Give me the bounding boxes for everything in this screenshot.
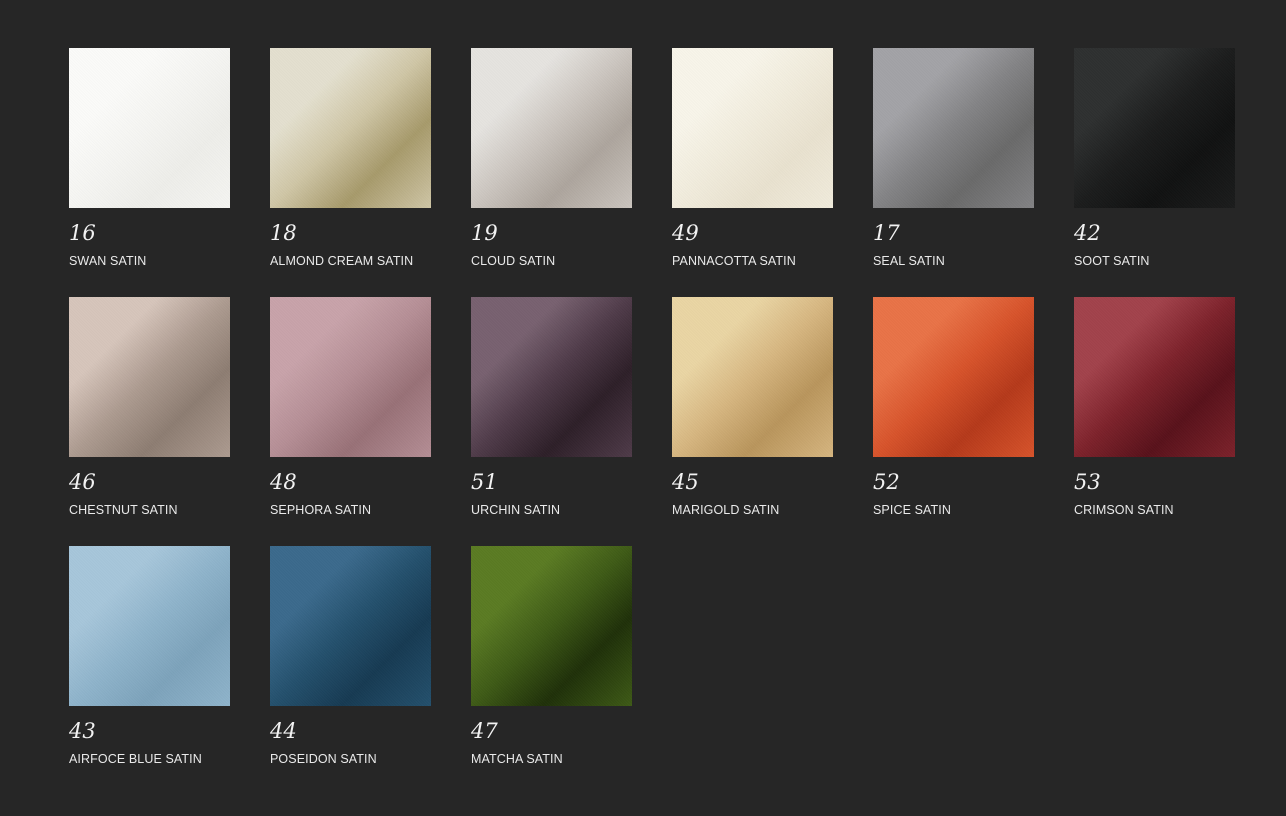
swatch-image[interactable] <box>471 297 632 457</box>
swatch-image[interactable] <box>471 48 632 208</box>
swatch-card[interactable]: 18 ALMOND CREAM SATIN <box>270 48 431 297</box>
swatch-number: 46 <box>69 470 96 494</box>
swatch-name: POSEIDON SATIN <box>270 752 377 766</box>
swatch-number: 49 <box>672 221 699 245</box>
swatch-name: AIRFOCE BLUE SATIN <box>69 752 202 766</box>
swatch-image[interactable] <box>873 297 1034 457</box>
swatch-image[interactable] <box>672 48 833 208</box>
swatch-card[interactable]: 48 SEPHORA SATIN <box>270 297 431 546</box>
swatch-grid: 16 SWAN SATIN 18 ALMOND CREAM SATIN 19 C… <box>69 48 1235 795</box>
swatch-image[interactable] <box>270 546 431 706</box>
swatch-name: CLOUD SATIN <box>471 254 556 268</box>
swatch-image[interactable] <box>1074 297 1235 457</box>
swatch-number: 45 <box>672 470 699 494</box>
swatch-card[interactable]: 42 SOOT SATIN <box>1074 48 1235 297</box>
swatch-number: 47 <box>471 719 498 743</box>
swatch-number: 53 <box>1074 470 1101 494</box>
swatch-card[interactable]: 46 CHESTNUT SATIN <box>69 297 230 546</box>
swatch-number: 48 <box>270 470 297 494</box>
swatch-card[interactable]: 16 SWAN SATIN <box>69 48 230 297</box>
swatch-image[interactable] <box>672 297 833 457</box>
swatch-name: MATCHA SATIN <box>471 752 563 766</box>
swatch-number: 52 <box>873 470 900 494</box>
swatch-number: 44 <box>270 719 297 743</box>
swatch-number: 43 <box>69 719 96 743</box>
swatch-number: 18 <box>270 221 297 245</box>
swatch-card[interactable]: 44 POSEIDON SATIN <box>270 546 431 795</box>
swatch-card[interactable]: 19 CLOUD SATIN <box>471 48 632 297</box>
swatch-number: 17 <box>873 221 900 245</box>
swatch-number: 42 <box>1074 221 1101 245</box>
swatch-image[interactable] <box>69 297 230 457</box>
swatch-name: SEPHORA SATIN <box>270 503 372 517</box>
swatch-name: SOOT SATIN <box>1074 254 1150 268</box>
swatch-name: PANNACOTTA SATIN <box>672 254 796 268</box>
swatch-card[interactable]: 49 PANNACOTTA SATIN <box>672 48 833 297</box>
swatch-name: CHESTNUT SATIN <box>69 503 178 517</box>
swatch-name: ALMOND CREAM SATIN <box>270 254 414 268</box>
swatch-card[interactable]: 17 SEAL SATIN <box>873 48 1034 297</box>
swatch-image[interactable] <box>873 48 1034 208</box>
swatch-name: MARIGOLD SATIN <box>672 503 780 517</box>
swatch-card[interactable]: 52 SPICE SATIN <box>873 297 1034 546</box>
swatch-image[interactable] <box>69 48 230 208</box>
swatch-image[interactable] <box>1074 48 1235 208</box>
swatch-image[interactable] <box>270 48 431 208</box>
swatch-name: SWAN SATIN <box>69 254 147 268</box>
swatch-card[interactable]: 53 CRIMSON SATIN <box>1074 297 1235 546</box>
swatch-card[interactable]: 43 AIRFOCE BLUE SATIN <box>69 546 230 795</box>
swatch-name: CRIMSON SATIN <box>1074 503 1174 517</box>
swatch-image[interactable] <box>270 297 431 457</box>
swatch-number: 16 <box>69 221 96 245</box>
swatch-image[interactable] <box>471 546 632 706</box>
swatch-name: SPICE SATIN <box>873 503 951 517</box>
swatch-card[interactable]: 51 URCHIN SATIN <box>471 297 632 546</box>
swatch-card[interactable]: 45 MARIGOLD SATIN <box>672 297 833 546</box>
swatch-card[interactable]: 47 MATCHA SATIN <box>471 546 632 795</box>
swatch-name: SEAL SATIN <box>873 254 945 268</box>
swatch-image[interactable] <box>69 546 230 706</box>
swatch-number: 51 <box>471 470 498 494</box>
swatch-name: URCHIN SATIN <box>471 503 561 517</box>
swatch-number: 19 <box>471 221 498 245</box>
